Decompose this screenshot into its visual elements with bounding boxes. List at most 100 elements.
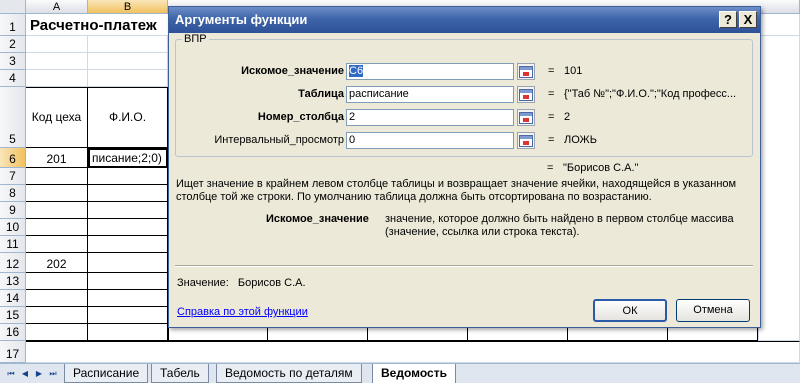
current-arg-description: значение, которое должно быть найдено в … bbox=[385, 213, 734, 238]
cell[interactable] bbox=[88, 219, 168, 236]
tab-vedomost[interactable]: Ведомость bbox=[372, 364, 456, 383]
cell[interactable] bbox=[88, 290, 168, 307]
cell[interactable] bbox=[26, 236, 88, 253]
row-header-11[interactable]: 11 bbox=[0, 236, 26, 253]
cell[interactable] bbox=[88, 36, 168, 53]
row-header-4[interactable]: 4 bbox=[0, 70, 26, 87]
eq-sign: = bbox=[548, 88, 555, 100]
cell[interactable] bbox=[26, 273, 88, 290]
cell[interactable] bbox=[26, 36, 88, 53]
arg-value: ЛОЖЬ bbox=[564, 134, 597, 146]
result-eq-sign: = bbox=[547, 162, 554, 174]
arg-row-lookup-value: Искомое_значение C6 = 101 bbox=[176, 63, 752, 80]
column-header-b[interactable]: B bbox=[88, 0, 168, 14]
row-header-7[interactable]: 7 bbox=[0, 168, 26, 185]
tab-vedomost-po-detalyam[interactable]: Ведомость по деталям bbox=[216, 364, 362, 383]
first-sheet-button[interactable]: ⏮ bbox=[6, 368, 16, 379]
arg-value: 101 bbox=[564, 65, 583, 77]
row-header-9[interactable]: 9 bbox=[0, 202, 26, 219]
row-header-8[interactable]: 8 bbox=[0, 185, 26, 202]
row-header-5[interactable]: 5 bbox=[0, 87, 26, 148]
row-header-13[interactable]: 13 bbox=[0, 273, 26, 290]
collapse-dialog-icon[interactable] bbox=[517, 132, 535, 149]
eq-sign: = bbox=[548, 111, 555, 123]
cell[interactable] bbox=[26, 53, 88, 70]
header-cell-fio[interactable]: Ф.И.О. bbox=[88, 87, 168, 148]
cell[interactable] bbox=[26, 324, 88, 341]
cell[interactable] bbox=[26, 219, 88, 236]
eq-sign: = bbox=[548, 65, 555, 77]
row-header-2[interactable]: 2 bbox=[0, 36, 26, 53]
help-link[interactable]: Справка по этой функции bbox=[177, 306, 308, 318]
arg-row-col-index: Номер_столбца 2 = 2 bbox=[176, 109, 752, 126]
next-sheet-button[interactable]: ▶ bbox=[34, 368, 44, 379]
cell[interactable] bbox=[88, 307, 168, 324]
arg-row-range-lookup: Интервальный_просмотр 0 = ЛОЖЬ bbox=[176, 132, 752, 149]
input-text: C6 bbox=[349, 65, 364, 77]
cell[interactable] bbox=[88, 253, 168, 273]
arg-label: Интервальный_просмотр bbox=[214, 134, 344, 146]
row-header-1[interactable]: 1 bbox=[0, 14, 26, 36]
collapse-dialog-icon[interactable] bbox=[517, 109, 535, 126]
cell[interactable] bbox=[26, 70, 88, 87]
cell[interactable] bbox=[26, 307, 88, 324]
cell[interactable] bbox=[88, 236, 168, 253]
cell-a6[interactable]: 201 bbox=[26, 148, 88, 168]
column-header-a[interactable]: A bbox=[26, 0, 88, 14]
cell[interactable] bbox=[26, 185, 88, 202]
cell[interactable] bbox=[88, 202, 168, 219]
cell[interactable] bbox=[26, 290, 88, 307]
row-header-3[interactable]: 3 bbox=[0, 53, 26, 70]
select-all-corner[interactable] bbox=[0, 0, 26, 14]
lookup-value-input[interactable]: C6 bbox=[346, 63, 514, 80]
row-header-6[interactable]: 6 bbox=[0, 148, 26, 168]
cell[interactable] bbox=[758, 14, 800, 341]
sheet-tab-bar: ⏮ ◀ ▶ ⏭ Расписание Табель Ведомость по д… bbox=[0, 363, 800, 383]
cell[interactable] bbox=[88, 273, 168, 290]
row-header-12[interactable]: 12 bbox=[0, 253, 26, 273]
dialog-titlebar[interactable]: Аргументы функции ? X bbox=[169, 7, 760, 33]
tab-tabel[interactable]: Табель bbox=[151, 364, 209, 383]
value-row: Значение: Борисов С.А. bbox=[177, 277, 306, 289]
cell[interactable] bbox=[88, 70, 168, 87]
arg-value: {"Таб №";"Ф.И.О.";"Код професс... bbox=[564, 88, 737, 100]
function-description: Ищет значение в крайнем левом столбце та… bbox=[176, 178, 737, 203]
row-header-14[interactable]: 14 bbox=[0, 290, 26, 307]
cell-b6-active[interactable]: писание;2;0) bbox=[88, 148, 168, 168]
row-header-10[interactable]: 10 bbox=[0, 219, 26, 236]
cell[interactable] bbox=[26, 341, 800, 363]
cell[interactable] bbox=[88, 168, 168, 185]
close-button[interactable]: X bbox=[739, 11, 757, 28]
separator bbox=[175, 265, 753, 267]
cell[interactable] bbox=[26, 202, 88, 219]
prev-sheet-button[interactable]: ◀ bbox=[20, 368, 30, 379]
ok-button[interactable]: ОК bbox=[593, 299, 667, 322]
cancel-button[interactable]: Отмена bbox=[676, 299, 750, 322]
last-sheet-button[interactable]: ⏭ bbox=[48, 368, 58, 379]
value-label: Значение: bbox=[177, 277, 229, 289]
cell[interactable] bbox=[26, 168, 88, 185]
row-header-17[interactable]: 17 bbox=[0, 341, 26, 363]
arg-row-table: Таблица расписание = {"Таб №";"Ф.И.О.";"… bbox=[176, 86, 752, 103]
function-group-box: ВПР Искомое_значение C6 = 101 Таблица ра… bbox=[175, 33, 753, 157]
value-text: Борисов С.А. bbox=[237, 277, 306, 289]
help-question-button[interactable]: ? bbox=[719, 11, 737, 28]
cell-a12[interactable]: 202 bbox=[26, 253, 88, 273]
cell[interactable] bbox=[88, 324, 168, 341]
collapse-dialog-icon[interactable] bbox=[517, 86, 535, 103]
collapse-dialog-icon[interactable] bbox=[517, 63, 535, 80]
function-name-label: ВПР bbox=[182, 33, 209, 45]
col-index-input[interactable]: 2 bbox=[346, 109, 514, 126]
header-cell-kod-tseha[interactable]: Код цеха bbox=[26, 87, 88, 148]
tab-raspisanie[interactable]: Расписание bbox=[64, 364, 149, 383]
cell[interactable] bbox=[88, 185, 168, 202]
cell[interactable] bbox=[88, 53, 168, 70]
arg-label: Искомое_значение bbox=[241, 65, 344, 77]
row-header-16[interactable]: 16 bbox=[0, 324, 26, 341]
table-input[interactable]: расписание bbox=[346, 86, 514, 103]
range-lookup-input[interactable]: 0 bbox=[346, 132, 514, 149]
arg-label: Таблица bbox=[298, 88, 344, 100]
arg-label: Номер_столбца bbox=[257, 111, 344, 123]
row-header-15[interactable]: 15 bbox=[0, 307, 26, 324]
eq-sign: = bbox=[548, 134, 555, 146]
